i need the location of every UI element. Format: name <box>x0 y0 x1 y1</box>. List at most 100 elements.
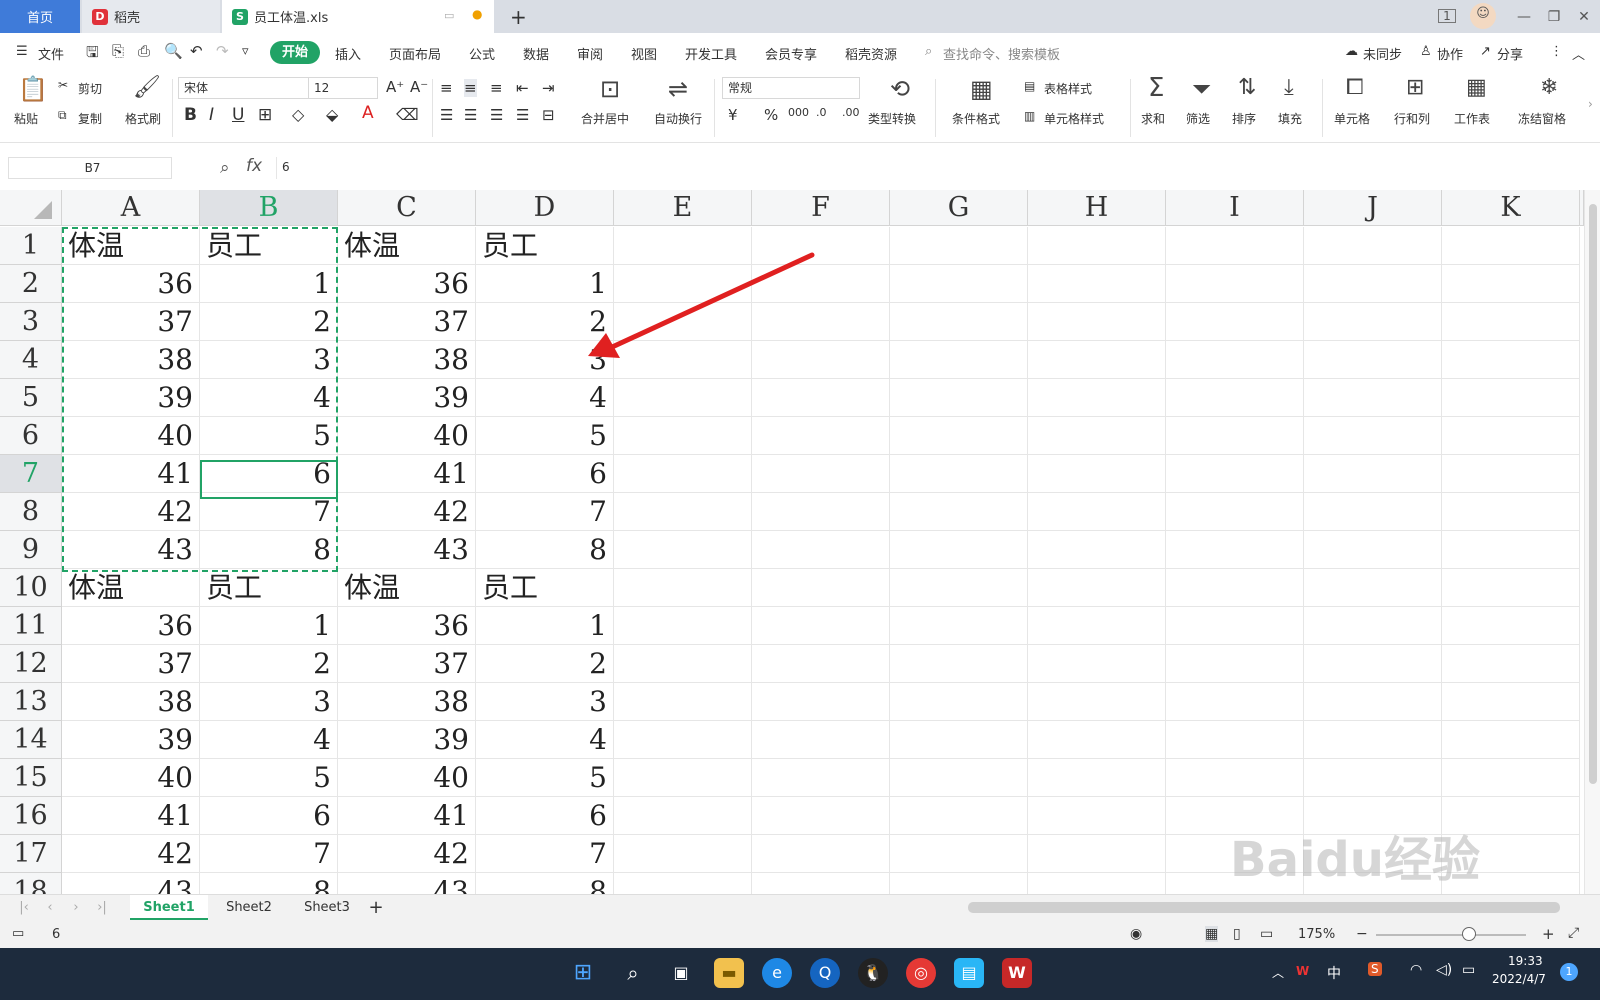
hamburger-icon[interactable]: ☰ <box>16 44 28 59</box>
volume-icon[interactable]: ◁) <box>1436 962 1452 978</box>
percent-icon[interactable]: % <box>764 106 778 124</box>
cell-button[interactable]: 单元格 <box>1334 110 1370 127</box>
reading-view-icon[interactable]: ▭ <box>1260 926 1273 942</box>
decrease-decimal-icon[interactable]: .00 <box>842 106 860 119</box>
cell-style-button[interactable]: 单元格样式 <box>1044 110 1104 127</box>
menu-developer[interactable]: 开发工具 <box>685 44 737 63</box>
sum-icon[interactable]: Σ <box>1148 73 1164 103</box>
zoom-out-icon[interactable]: − <box>1356 926 1368 942</box>
normal-view-icon[interactable]: ▦ <box>1205 926 1219 942</box>
zoom-formula-icon[interactable]: ⌕ <box>220 158 230 178</box>
freeze-panes-button[interactable]: 冻结窗格 <box>1518 110 1566 127</box>
prev-sheet-icon[interactable]: ‹ <box>40 895 60 920</box>
merge-center-button[interactable]: 合并居中 <box>581 110 629 127</box>
add-sheet-icon[interactable]: + <box>366 895 386 920</box>
menu-formula[interactable]: 公式 <box>469 44 495 63</box>
menu-daoke-resources[interactable]: 稻壳资源 <box>845 44 897 63</box>
sum-button[interactable]: 求和 <box>1141 110 1165 127</box>
avatar[interactable]: ☺ <box>1470 3 1496 29</box>
align-bottom-icon[interactable]: ≡ <box>490 79 503 97</box>
command-search-input[interactable]: 查找命令、搜索模板 <box>943 44 1060 63</box>
file-explorer-icon[interactable]: ▬ <box>714 958 744 988</box>
format-painter-icon[interactable]: 🖌 <box>133 75 161 100</box>
clock-date[interactable]: 2022/4/7 <box>1492 972 1546 986</box>
ribbon-scroll-right-icon[interactable]: › <box>1588 97 1593 111</box>
minimize-icon[interactable]: — <box>1513 6 1535 28</box>
task-view-icon[interactable]: ▣ <box>666 958 696 988</box>
align-center-icon[interactable]: ☰ <box>464 106 477 124</box>
tray-expand-icon[interactable]: ︿ <box>1272 964 1284 981</box>
currency-icon[interactable]: ¥ <box>728 106 738 124</box>
border-icon[interactable]: ⊞ <box>258 105 272 125</box>
clear-format-icon[interactable]: ⌫ <box>396 105 419 124</box>
notification-badge[interactable]: 1 <box>1560 963 1578 981</box>
eye-protection-icon[interactable]: ◉ <box>1130 926 1142 942</box>
filter-button[interactable]: 筛选 <box>1186 110 1210 127</box>
zoom-slider[interactable] <box>1376 934 1526 936</box>
save-icon[interactable]: 🖫 <box>86 42 99 67</box>
font-name-select[interactable]: 宋体 <box>178 77 310 99</box>
cell-style-icon[interactable]: ▥ <box>1024 109 1035 123</box>
type-convert-button[interactable]: 类型转换 <box>868 110 916 127</box>
window-count-icon[interactable]: 1 <box>1438 9 1456 23</box>
sync-status[interactable]: 未同步 <box>1363 44 1402 63</box>
worksheet-icon[interactable]: ▦ <box>1466 75 1487 100</box>
copy-icon[interactable]: ⧉ <box>58 108 67 123</box>
indent-decrease-icon[interactable]: ⇤ <box>516 79 529 97</box>
vertical-scrollbar[interactable] <box>1584 190 1600 894</box>
sheet-tab-sheet1[interactable]: Sheet1 <box>130 895 208 920</box>
fill-color-icon[interactable]: ◇ <box>292 105 304 124</box>
battery-icon[interactable]: ▭ <box>1462 962 1475 978</box>
italic-icon[interactable]: I <box>209 105 214 125</box>
print-preview-icon[interactable]: 🔍 <box>164 42 183 60</box>
qq-icon[interactable]: 🐧 <box>858 958 888 988</box>
copy-button[interactable]: 复制 <box>78 110 102 127</box>
chrome-icon[interactable]: ◎ <box>906 958 936 988</box>
menu-insert[interactable]: 插入 <box>335 44 361 63</box>
table-style-icon[interactable]: ▤ <box>1024 79 1035 93</box>
sort-button[interactable]: 排序 <box>1232 110 1256 127</box>
font-size-select[interactable]: 12 <box>308 77 378 99</box>
align-right-icon[interactable]: ☰ <box>490 106 503 124</box>
merge-center-icon[interactable]: ⊡ <box>600 75 620 103</box>
notepad-icon[interactable]: ▤ <box>954 958 984 988</box>
type-convert-icon[interactable]: ⟲ <box>890 75 910 103</box>
thousands-icon[interactable]: 000 <box>788 106 809 119</box>
macro-record-icon[interactable]: ▭ <box>12 926 24 941</box>
menu-start[interactable]: 开始 <box>270 41 320 64</box>
align-left-icon[interactable]: ☰ <box>440 106 453 124</box>
next-sheet-icon[interactable]: › <box>66 895 86 920</box>
menu-data[interactable]: 数据 <box>523 44 549 63</box>
fullscreen-icon[interactable]: ⤢ <box>1568 925 1579 941</box>
clock-time[interactable]: 19:33 <box>1508 954 1543 968</box>
share-button[interactable]: 分享 <box>1497 44 1523 63</box>
paste-button[interactable]: 粘贴 <box>14 110 38 127</box>
number-format-select[interactable]: 常规 <box>722 77 860 99</box>
collab-button[interactable]: 协作 <box>1437 44 1463 63</box>
paste-icon[interactable]: 📋 <box>18 75 48 103</box>
table-style-button[interactable]: 表格样式 <box>1044 80 1092 97</box>
bold-icon[interactable]: B <box>184 105 197 125</box>
cut-icon[interactable]: ✂ <box>58 78 68 92</box>
page-break-view-icon[interactable]: ▯ <box>1233 926 1241 942</box>
vertical-scroll-thumb[interactable] <box>1589 204 1597 784</box>
first-sheet-icon[interactable]: |‹ <box>14 895 34 920</box>
cell-icon[interactable]: ⧠ <box>1346 75 1364 100</box>
zoom-slider-thumb[interactable] <box>1462 927 1476 941</box>
freeze-panes-icon[interactable]: ❄ <box>1540 75 1558 100</box>
sort-icon[interactable]: ⇅ <box>1238 75 1256 100</box>
align-top-icon[interactable]: ≡ <box>440 79 453 97</box>
conditional-format-icon[interactable]: ▦ <box>970 75 993 103</box>
formula-input[interactable]: 6 <box>276 157 1600 179</box>
fx-icon[interactable]: fx <box>246 156 262 176</box>
menu-review[interactable]: 审阅 <box>577 44 603 63</box>
zoom-level[interactable]: 175% <box>1298 927 1335 942</box>
row-col-button[interactable]: 行和列 <box>1394 110 1430 127</box>
format-painter-button[interactable]: 格式刷 <box>125 110 161 127</box>
cloud-sync-icon[interactable]: ☁ <box>1345 44 1358 59</box>
row-col-icon[interactable]: ⊞ <box>1406 75 1424 100</box>
undo-icon[interactable]: ↶ <box>190 42 203 60</box>
new-tab-button[interactable]: + <box>500 0 530 33</box>
increase-font-icon[interactable]: A⁺ <box>386 78 404 96</box>
distribute-icon[interactable]: ⊟ <box>542 106 555 124</box>
